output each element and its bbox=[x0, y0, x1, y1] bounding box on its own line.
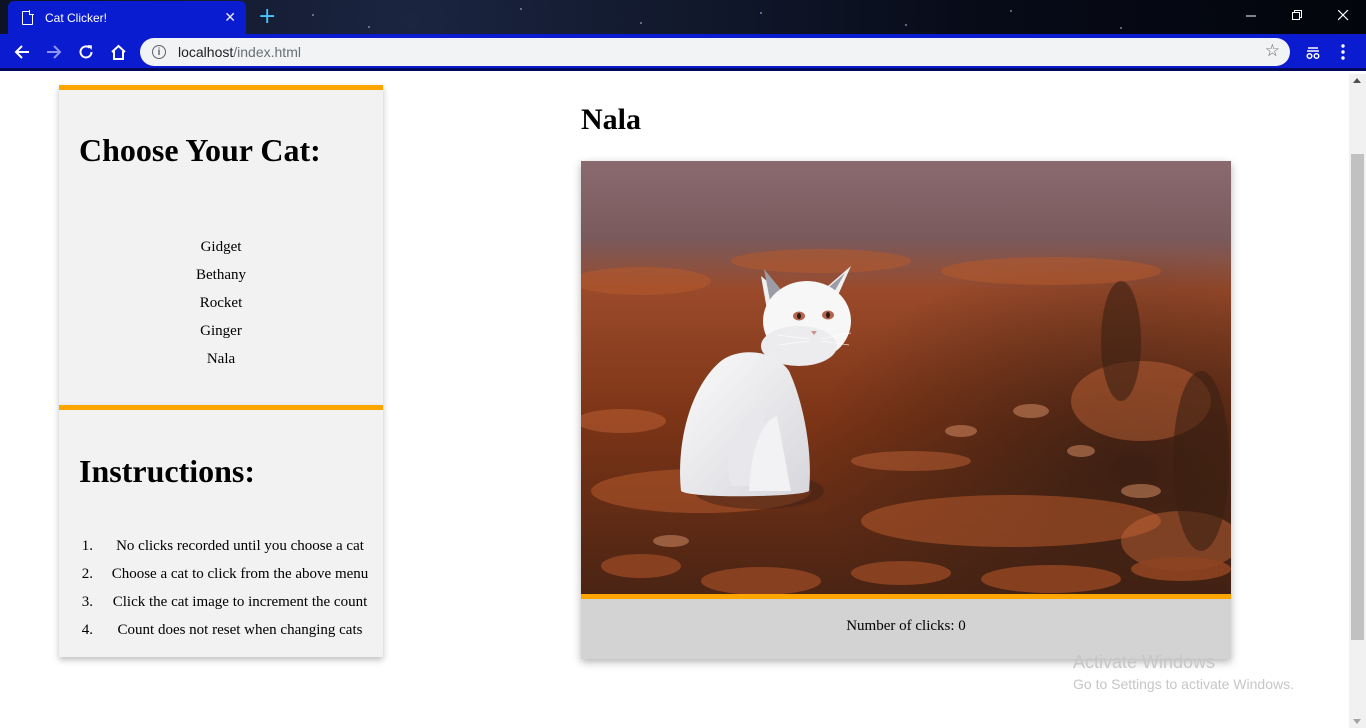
document-icon bbox=[22, 9, 34, 25]
step-text: No clicks recorded until you choose a ca… bbox=[116, 538, 364, 554]
activation-watermark: Activate Windows Go to Settings to activ… bbox=[1073, 651, 1294, 695]
star-dot bbox=[760, 12, 762, 14]
cat-menu-item[interactable]: Nala bbox=[59, 345, 383, 373]
cat-list: Gidget Bethany Rocket Ginger Nala bbox=[59, 233, 383, 373]
step-number: 1. bbox=[81, 538, 93, 554]
restore-icon[interactable] bbox=[1274, 0, 1320, 30]
url-host: localhost bbox=[178, 44, 234, 60]
star-dot bbox=[1120, 27, 1122, 29]
watermark-subtitle: Go to Settings to activate Windows. bbox=[1073, 676, 1294, 692]
extension-icon[interactable] bbox=[1300, 39, 1326, 65]
instruction-step: 3. Click the cat image to increment the … bbox=[59, 588, 383, 616]
menu-kebab-icon[interactable] bbox=[1330, 39, 1356, 65]
info-icon[interactable]: i bbox=[152, 45, 166, 59]
cat-image[interactable] bbox=[581, 161, 1231, 594]
browser-toolbar: i localhost/index.html ☆ bbox=[0, 34, 1366, 71]
instruction-step: 1. No clicks recorded until you choose a… bbox=[59, 532, 383, 560]
tab-title: Cat Clicker! bbox=[45, 10, 108, 25]
step-text: Choose a cat to click from the above men… bbox=[111, 566, 369, 582]
step-text: Count does not reset when changing cats bbox=[117, 622, 363, 638]
instruction-step: 4. Count does not reset when changing ca… bbox=[59, 616, 383, 644]
browser-tab-active[interactable]: Cat Clicker! ✕ bbox=[8, 1, 246, 34]
star-dot bbox=[640, 22, 642, 24]
instruction-step: 2. Choose a cat to click from the above … bbox=[59, 560, 383, 588]
star-dot bbox=[1010, 10, 1012, 12]
cat-menu-item[interactable]: Gidget bbox=[59, 233, 383, 261]
step-number: 4. bbox=[81, 622, 93, 638]
minimize-icon[interactable] bbox=[1228, 0, 1274, 30]
tab-close-icon[interactable]: ✕ bbox=[224, 9, 236, 26]
cat-menu-item[interactable]: Ginger bbox=[59, 317, 383, 345]
window-close-icon[interactable] bbox=[1320, 0, 1366, 30]
page-scrollbar[interactable] bbox=[1349, 74, 1366, 728]
home-icon[interactable] bbox=[105, 39, 131, 65]
star-dot bbox=[520, 8, 522, 10]
back-arrow-icon[interactable] bbox=[9, 39, 35, 65]
step-number: 2. bbox=[81, 566, 93, 582]
menu-title: Choose Your Cat: bbox=[79, 132, 321, 168]
cat-name-heading: Nala bbox=[581, 103, 641, 136]
instructions-panel: Instructions: 1. No clicks recorded unti… bbox=[59, 405, 383, 657]
scroll-down-icon[interactable] bbox=[1353, 719, 1361, 724]
bookmark-star-icon[interactable]: ☆ bbox=[1265, 41, 1280, 61]
new-tab-button[interactable]: + bbox=[258, 4, 276, 29]
cat-menu-panel: Choose Your Cat: Gidget Bethany Rocket G… bbox=[59, 85, 383, 405]
forward-arrow-icon[interactable] bbox=[41, 39, 67, 65]
browser-titlebar: Cat Clicker! ✕ + bbox=[0, 0, 1366, 34]
cat-card: Number of clicks: 0 bbox=[581, 161, 1231, 659]
cat-menu-item[interactable]: Rocket bbox=[59, 289, 383, 317]
star-dot bbox=[312, 14, 314, 16]
reload-icon[interactable] bbox=[73, 39, 99, 65]
click-counter: Number of clicks: 0 bbox=[581, 594, 1231, 659]
instructions-title: Instructions: bbox=[79, 453, 256, 489]
star-dot bbox=[905, 24, 907, 26]
scrollbar-thumb[interactable] bbox=[1351, 154, 1364, 640]
address-bar[interactable]: i localhost/index.html ☆ bbox=[140, 38, 1290, 66]
instructions-list: 1. No clicks recorded until you choose a… bbox=[59, 532, 383, 644]
step-text: Click the cat image to increment the cou… bbox=[112, 594, 368, 610]
star-dot bbox=[368, 26, 370, 28]
cat-menu-item[interactable]: Bethany bbox=[59, 261, 383, 289]
url-path: /index.html bbox=[233, 44, 301, 60]
scroll-up-icon[interactable] bbox=[1353, 78, 1361, 83]
step-number: 3. bbox=[81, 594, 93, 610]
watermark-title: Activate Windows bbox=[1073, 652, 1216, 672]
